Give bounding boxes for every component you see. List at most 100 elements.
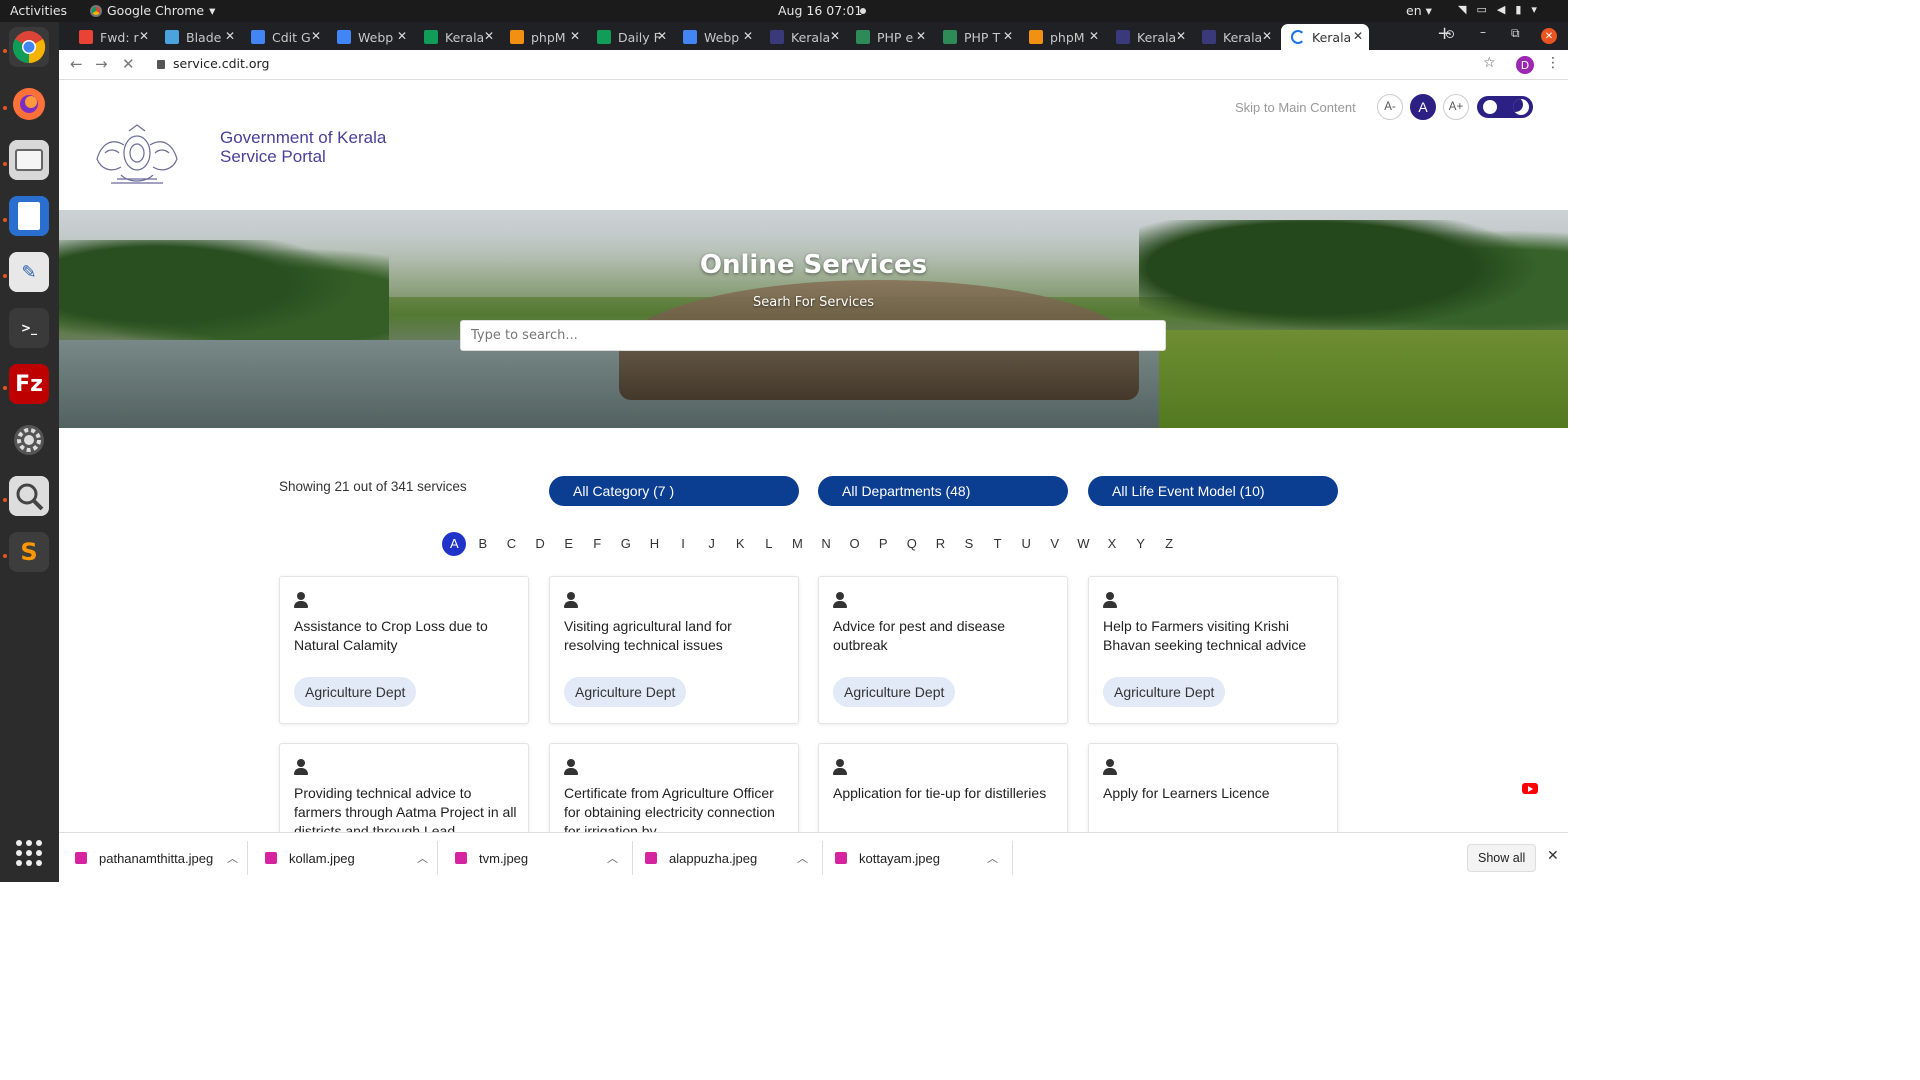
browser-tab[interactable]: Webp ✕ xyxy=(327,24,413,50)
close-tab-icon[interactable]: ✕ xyxy=(1353,29,1363,43)
close-tab-icon[interactable]: ✕ xyxy=(916,29,926,43)
close-tab-icon[interactable]: ✕ xyxy=(570,29,580,43)
stop-loading-icon[interactable]: ✕ xyxy=(122,55,135,73)
department-badge[interactable]: Agriculture Dept xyxy=(564,677,687,707)
close-tab-icon[interactable]: ✕ xyxy=(830,29,840,43)
letter-filter-z[interactable]: Z xyxy=(1155,532,1184,556)
download-item[interactable]: tvm.jpeg ︿ xyxy=(455,833,625,883)
download-item[interactable]: alappuzha.jpeg ︿ xyxy=(645,833,815,883)
system-status-area[interactable]: ◥ ▭ ◀ ▮ ▾ xyxy=(1458,3,1537,16)
clock[interactable]: Aug 16 07:01 xyxy=(778,3,862,18)
browser-tab[interactable]: Cdit G ✕ xyxy=(241,24,327,50)
service-card[interactable]: Help to Farmers visiting Krishi Bhavan s… xyxy=(1088,576,1338,724)
department-badge[interactable]: Agriculture Dept xyxy=(833,677,956,707)
back-icon[interactable]: ← xyxy=(70,55,83,73)
letter-filter-m[interactable]: M xyxy=(783,532,812,556)
forward-icon[interactable]: → xyxy=(95,55,108,73)
chrome-dock-icon[interactable] xyxy=(9,27,49,67)
close-shelf-icon[interactable]: ✕ xyxy=(1547,848,1559,864)
letter-filter-s[interactable]: S xyxy=(955,532,984,556)
service-search-input[interactable] xyxy=(460,320,1166,351)
close-tab-icon[interactable]: ✕ xyxy=(397,29,407,43)
show-applications-icon[interactable] xyxy=(16,840,42,866)
letter-filter-v[interactable]: V xyxy=(1040,532,1069,556)
kebab-menu-icon[interactable]: ⋮ xyxy=(1546,55,1560,71)
bookmark-star-icon[interactable]: ☆ xyxy=(1483,55,1496,71)
letter-filter-j[interactable]: J xyxy=(697,532,726,556)
letter-filter-h[interactable]: H xyxy=(640,532,669,556)
letter-filter-l[interactable]: L xyxy=(755,532,784,556)
service-card[interactable]: Visiting agricultural land for resolving… xyxy=(549,576,799,724)
letter-filter-d[interactable]: D xyxy=(526,532,555,556)
letter-filter-f[interactable]: F xyxy=(583,532,612,556)
skip-to-content-link[interactable]: Skip to Main Content xyxy=(1235,100,1356,115)
portal-title[interactable]: Government of Kerala Service Portal xyxy=(220,128,386,166)
service-card[interactable]: Providing technical advice to farmers th… xyxy=(279,743,529,832)
letter-filter-c[interactable]: C xyxy=(497,532,526,556)
browser-tab[interactable]: Kerala ✕ xyxy=(414,24,500,50)
browser-tab[interactable]: phpM ✕ xyxy=(1019,24,1105,50)
close-tab-icon[interactable]: ✕ xyxy=(743,29,753,43)
chevron-up-icon[interactable]: ︿ xyxy=(607,850,618,866)
browser-tab-active[interactable]: Kerala ✕ xyxy=(1281,24,1369,50)
download-item[interactable]: kottayam.jpeg ︿ xyxy=(835,833,1005,883)
service-card[interactable]: Certificate from Agriculture Officer for… xyxy=(549,743,799,832)
service-card[interactable]: Apply for Learners Licence xyxy=(1088,743,1338,832)
life-event-filter-button[interactable]: All Life Event Model (10) xyxy=(1088,476,1338,506)
app-menu[interactable]: Google Chrome ▾ xyxy=(90,3,215,18)
letter-filter-o[interactable]: O xyxy=(840,532,869,556)
letter-filter-x[interactable]: X xyxy=(1098,532,1127,556)
chevron-up-icon[interactable]: ︿ xyxy=(797,850,808,866)
close-tab-icon[interactable]: ✕ xyxy=(484,29,494,43)
close-tab-icon[interactable]: ✕ xyxy=(1089,29,1099,43)
letter-filter-a[interactable]: A xyxy=(442,532,467,556)
letter-filter-t[interactable]: T xyxy=(983,532,1012,556)
browser-tab[interactable]: Fwd: r ✕ xyxy=(69,24,155,50)
writer-icon[interactable] xyxy=(9,196,49,236)
letter-filter-g[interactable]: G xyxy=(612,532,641,556)
restore-icon[interactable]: ⧉ xyxy=(1511,26,1520,41)
font-normal-button[interactable]: A xyxy=(1410,94,1436,120)
download-item[interactable]: pathanamthitta.jpeg ︿ xyxy=(75,833,245,883)
browser-tab[interactable]: Kerala ✕ xyxy=(1192,24,1278,50)
letter-filter-w[interactable]: W xyxy=(1069,532,1098,556)
browser-tab[interactable]: Webp ✕ xyxy=(673,24,759,50)
dark-mode-toggle[interactable] xyxy=(1477,96,1533,118)
download-item[interactable]: kollam.jpeg ︿ xyxy=(265,833,435,883)
close-tab-icon[interactable]: ✕ xyxy=(225,29,235,43)
firefox-icon[interactable] xyxy=(9,84,49,124)
browser-tab[interactable]: phpM ✕ xyxy=(500,24,586,50)
category-filter-button[interactable]: All Category (7 ) xyxy=(549,476,799,506)
minimize-icon[interactable]: – xyxy=(1480,25,1486,39)
close-tab-icon[interactable]: ✕ xyxy=(657,29,667,43)
letter-filter-q[interactable]: Q xyxy=(898,532,927,556)
close-tab-icon[interactable]: ✕ xyxy=(139,29,149,43)
chevron-up-icon[interactable]: ︿ xyxy=(417,850,428,866)
font-increase-button[interactable]: A+ xyxy=(1443,94,1469,120)
profile-avatar[interactable]: D xyxy=(1516,56,1534,74)
browser-tab[interactable]: Daily F ✕ xyxy=(587,24,673,50)
browser-tab[interactable]: Blade ✕ xyxy=(155,24,241,50)
close-tab-icon[interactable]: ✕ xyxy=(1262,29,1272,43)
text-editor-icon[interactable]: ✎ xyxy=(9,252,49,292)
letter-filter-k[interactable]: K xyxy=(726,532,755,556)
font-decrease-button[interactable]: A- xyxy=(1377,94,1403,120)
browser-tab[interactable]: PHP e ✕ xyxy=(846,24,932,50)
filezilla-icon[interactable]: Fz xyxy=(9,364,49,404)
letter-filter-n[interactable]: N xyxy=(812,532,841,556)
letter-filter-r[interactable]: R xyxy=(926,532,955,556)
browser-tab[interactable]: Kerala ✕ xyxy=(1106,24,1192,50)
department-badge[interactable]: Agriculture Dept xyxy=(294,677,417,707)
close-tab-icon[interactable]: ✕ xyxy=(1003,29,1013,43)
letter-filter-i[interactable]: I xyxy=(669,532,698,556)
activities-button[interactable]: Activities xyxy=(10,3,67,18)
department-badge[interactable]: Agriculture Dept xyxy=(1103,677,1226,707)
browser-tab[interactable]: Kerala ✕ xyxy=(760,24,846,50)
letter-filter-y[interactable]: Y xyxy=(1126,532,1155,556)
chevron-up-icon[interactable]: ︿ xyxy=(227,850,238,866)
service-card[interactable]: Application for tie-up for distilleries xyxy=(818,743,1068,832)
input-language-indicator[interactable]: en ▾ xyxy=(1406,3,1432,18)
service-card[interactable]: Advice for pest and disease outbreak Agr… xyxy=(818,576,1068,724)
service-card[interactable]: Assistance to Crop Loss due to Natural C… xyxy=(279,576,529,724)
department-filter-button[interactable]: All Departments (48) xyxy=(818,476,1068,506)
